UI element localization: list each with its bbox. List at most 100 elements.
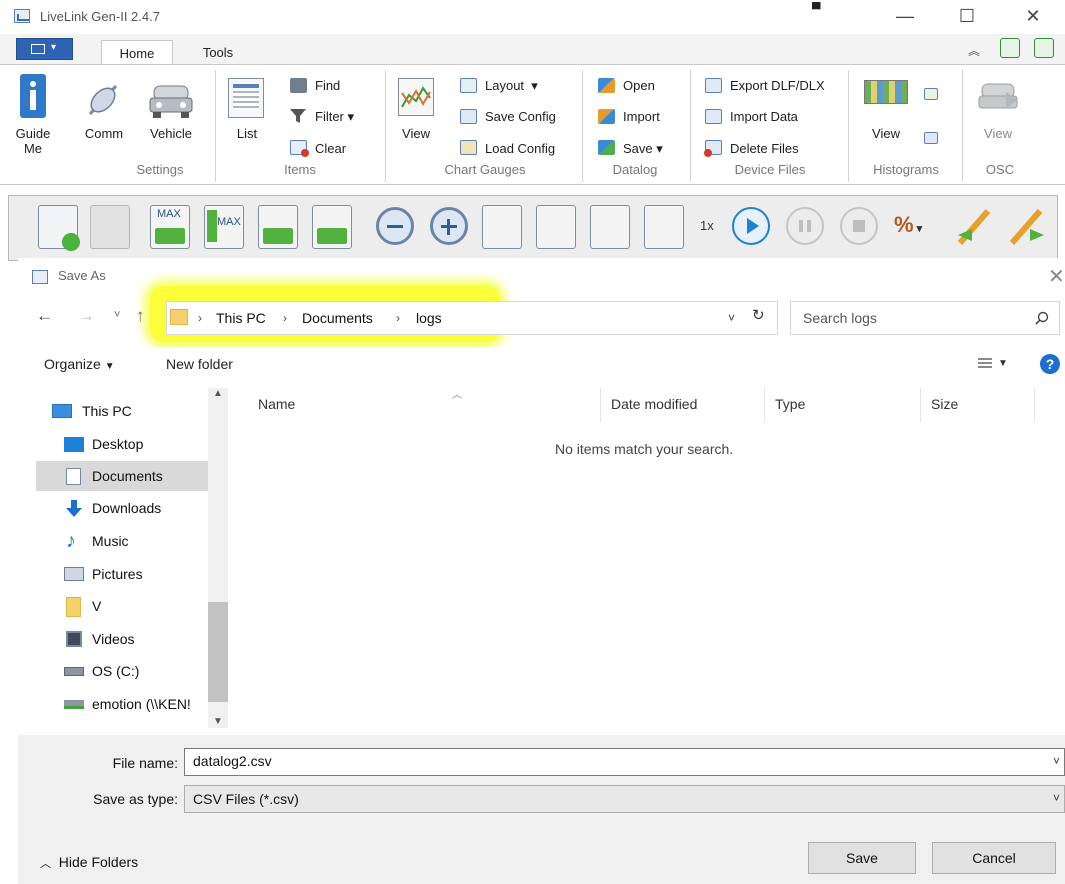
chart-scroll-left-icon[interactable] xyxy=(258,205,298,249)
histogram-small-icon[interactable] xyxy=(924,88,938,100)
pause-button[interactable] xyxy=(786,207,824,245)
file-name-dropdown-icon[interactable]: ˅ xyxy=(1053,754,1060,768)
nav-item-this-pc[interactable]: This PC xyxy=(36,396,208,426)
column-header-size[interactable]: Size xyxy=(931,396,958,412)
export-dlf-button[interactable]: Export DLF/DLX xyxy=(730,78,825,93)
zoom-out-icon[interactable] xyxy=(376,207,414,245)
histogram-icon[interactable] xyxy=(864,80,908,104)
search-input[interactable] xyxy=(803,308,1023,328)
nav-item-desktop[interactable]: Desktop xyxy=(36,429,208,459)
chart-previous-icon[interactable] xyxy=(536,205,576,249)
breadcrumb-separator-icon[interactable]: › xyxy=(396,311,400,325)
play-button[interactable] xyxy=(732,207,770,245)
nav-item-network-drive[interactable]: emotion (\\KEN! xyxy=(36,689,208,719)
quick-import-icon[interactable] xyxy=(1000,38,1020,58)
help-icon[interactable]: ? xyxy=(1040,354,1060,374)
hide-folders-button[interactable]: ︿ Hide Folders xyxy=(40,854,138,871)
import-data-button[interactable]: Import Data xyxy=(730,109,798,124)
collapse-ribbon-icon[interactable]: ︽ xyxy=(968,42,980,59)
layout-button[interactable]: Layout ▾ xyxy=(485,78,538,94)
forward-arrow-icon[interactable]: → xyxy=(78,306,95,326)
export-dlf-icon xyxy=(705,78,722,93)
chart-first-icon[interactable] xyxy=(482,205,522,249)
tab-home[interactable]: Home xyxy=(101,40,173,66)
breadcrumb-logs[interactable]: logs xyxy=(416,310,442,326)
column-divider[interactable] xyxy=(764,388,765,422)
chart-next-icon[interactable] xyxy=(590,205,630,249)
new-folder-button[interactable]: New folder xyxy=(166,356,233,372)
clear-button[interactable]: Clear xyxy=(315,141,346,156)
nav-item-pictures[interactable]: Pictures xyxy=(36,559,208,589)
up-arrow-icon[interactable]: ↑ xyxy=(136,306,145,326)
breadcrumb-documents[interactable]: Documents xyxy=(302,310,373,326)
comm-icon[interactable] xyxy=(82,80,124,120)
dialog-close-button[interactable]: ✕ xyxy=(1048,264,1065,289)
minimize-button[interactable]: — xyxy=(882,4,928,30)
vehicle-icon[interactable] xyxy=(148,80,194,120)
scroll-up-icon[interactable]: ▲ xyxy=(213,388,223,399)
app-menu-button[interactable]: ▾ xyxy=(16,38,73,60)
cancel-button[interactable]: Cancel xyxy=(932,842,1056,874)
column-header-type[interactable]: Type xyxy=(775,396,805,412)
column-header-name[interactable]: Name xyxy=(258,396,295,412)
open-button[interactable]: Open xyxy=(623,78,655,93)
column-divider[interactable] xyxy=(1034,388,1035,422)
list-icon[interactable] xyxy=(228,78,264,118)
load-config-button[interactable]: Load Config xyxy=(485,141,555,156)
organize-button[interactable]: Organize ▼ xyxy=(44,356,115,372)
save-button[interactable]: Save xyxy=(808,842,916,874)
import-button[interactable]: Import xyxy=(623,109,660,124)
nav-item-documents[interactable]: Documents xyxy=(36,461,208,491)
chart-view-icon[interactable] xyxy=(398,78,434,116)
breadcrumb-separator-icon[interactable]: › xyxy=(198,311,202,325)
osc-icon[interactable] xyxy=(978,80,1022,116)
nav-item-downloads[interactable]: Downloads xyxy=(36,493,208,523)
find-button[interactable]: Find xyxy=(315,78,340,93)
recent-locations-icon[interactable]: ˅ xyxy=(114,309,120,321)
max-reset-icon[interactable]: MAX xyxy=(150,205,190,249)
filter-button[interactable]: Filter ▾ xyxy=(315,109,354,125)
save-config-button[interactable]: Save Config xyxy=(485,109,556,124)
connect-device-icon[interactable] xyxy=(38,205,80,251)
edit-right-icon[interactable] xyxy=(1004,205,1048,249)
nav-item-os-c[interactable]: OS (C:) xyxy=(36,656,208,686)
nav-item-music[interactable]: ♪ Music xyxy=(36,526,208,556)
tab-tools[interactable]: Tools xyxy=(192,40,244,66)
maximize-button[interactable]: ☐ xyxy=(944,4,990,30)
nav-item-v[interactable]: V xyxy=(36,591,208,621)
refresh-icon[interactable]: ↻ xyxy=(752,306,765,324)
max-hold-icon[interactable]: MAX xyxy=(204,205,244,249)
close-window-button[interactable]: ✕ xyxy=(1010,4,1056,30)
playback-speed[interactable]: 1x xyxy=(700,218,714,233)
nav-scrollbar-thumb[interactable] xyxy=(208,602,228,702)
zoom-in-icon[interactable] xyxy=(430,207,468,245)
nav-item-videos[interactable]: Videos xyxy=(36,624,208,654)
guide-me-button[interactable] xyxy=(20,74,46,120)
histograms-group-label: Histograms xyxy=(873,162,939,177)
file-name-input[interactable] xyxy=(193,753,1033,769)
column-header-date-modified[interactable]: Date modified xyxy=(611,396,697,412)
comm-label: Comm xyxy=(84,126,124,141)
save-type-dropdown-icon[interactable]: ˅ xyxy=(1053,791,1060,805)
scroll-down-icon[interactable]: ▼ xyxy=(213,716,223,727)
quick-export-icon[interactable] xyxy=(1034,38,1054,58)
stop-button[interactable] xyxy=(840,207,878,245)
edit-left-icon[interactable] xyxy=(952,205,996,249)
chart-scroll-right-icon[interactable] xyxy=(312,205,352,249)
delete-files-button[interactable]: Delete Files xyxy=(730,141,799,156)
column-divider[interactable] xyxy=(600,388,601,422)
view-dropdown-icon[interactable]: ▼ xyxy=(998,358,1008,369)
breadcrumb-separator-icon[interactable]: › xyxy=(283,311,287,325)
address-dropdown-icon[interactable]: ˅ xyxy=(728,311,735,325)
save-type-select[interactable]: CSV Files (*.csv) ˅ xyxy=(184,785,1065,813)
chart-last-icon[interactable] xyxy=(644,205,684,249)
histogram-settings-icon[interactable] xyxy=(924,132,938,144)
column-divider[interactable] xyxy=(920,388,921,422)
breadcrumb-this-pc[interactable]: This PC xyxy=(216,310,266,326)
back-arrow-icon[interactable]: ← xyxy=(36,306,53,326)
percent-dropdown[interactable]: % ▾ xyxy=(894,212,922,238)
save-datalog-button[interactable]: Save ▾ xyxy=(623,141,663,157)
pin-icon[interactable]: ▀ xyxy=(812,2,821,16)
disconnect-device-icon[interactable] xyxy=(90,205,130,249)
view-options-icon[interactable] xyxy=(978,358,992,370)
